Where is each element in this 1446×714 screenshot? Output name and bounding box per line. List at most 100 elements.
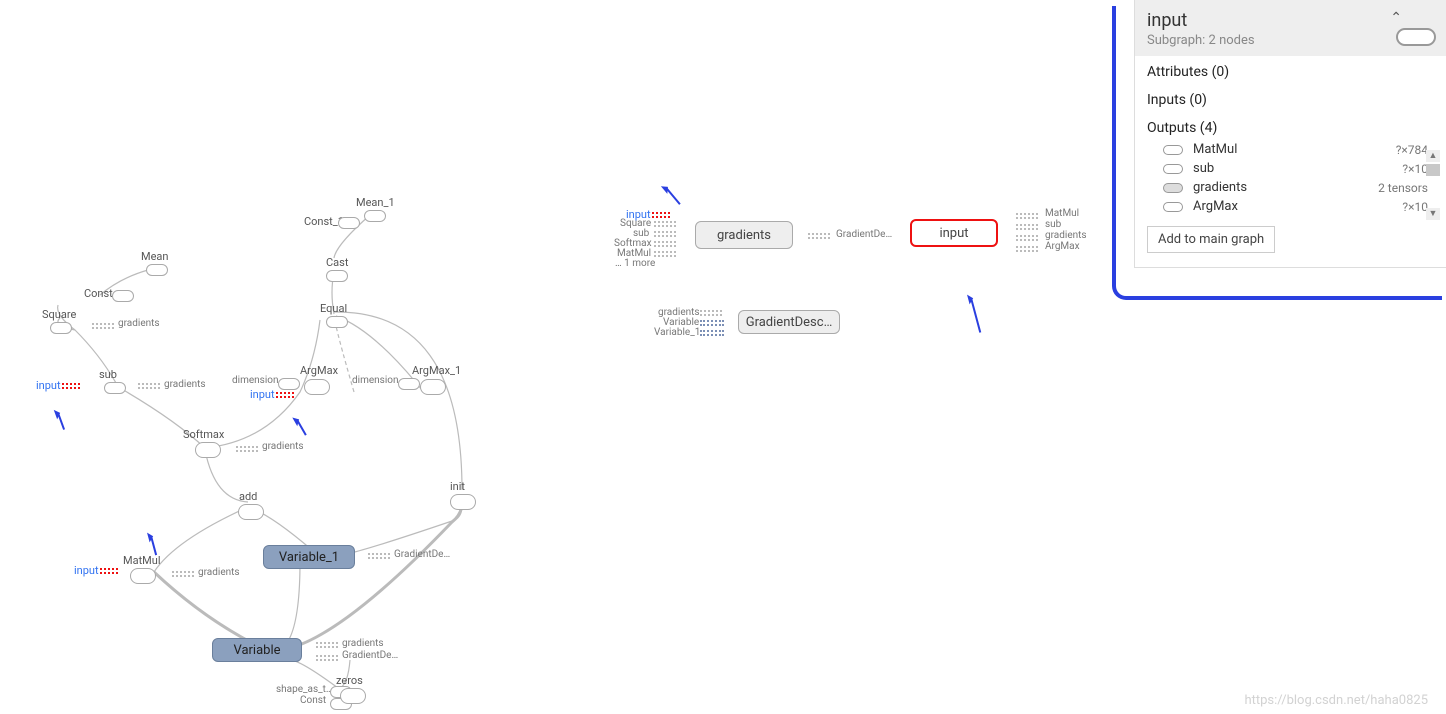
dim-node-2[interactable] (398, 378, 420, 390)
gradients-box[interactable]: gradients (695, 221, 793, 249)
output-row[interactable]: sub ?×10 (1135, 159, 1446, 178)
equal-node[interactable] (326, 316, 348, 328)
add-label: add (239, 490, 257, 503)
add-node[interactable] (238, 504, 264, 520)
const2-lbl: Const (300, 695, 326, 706)
outputs-header: Outputs (4) (1135, 112, 1446, 140)
node-icon (1163, 164, 1183, 174)
node-icon (1163, 183, 1183, 193)
zeros-node[interactable] (340, 688, 366, 704)
matmul-node[interactable] (130, 568, 156, 584)
softmax-grad-link[interactable] (236, 445, 258, 454)
equal-label: Equal (320, 302, 347, 315)
gd-in-2d[interactable] (700, 329, 724, 338)
annotation-arrow-4 (665, 187, 681, 205)
grad-in-4d[interactable] (654, 250, 676, 259)
info-panel: input Subgraph: 2 nodes ⌃ Attributes (0)… (1134, 0, 1446, 268)
dim-lbl-1: dimension (232, 375, 278, 386)
output-row[interactable]: gradients 2 tensors (1135, 178, 1446, 197)
zeros-label: zeros (336, 674, 363, 687)
argmax1-node[interactable] (420, 379, 446, 395)
inp-out-3d[interactable] (1016, 245, 1038, 254)
softmax-label: Softmax (183, 428, 224, 441)
inp-out-3: ArgMax (1045, 241, 1080, 252)
mean1-node[interactable] (364, 210, 386, 222)
grad-out-d[interactable] (808, 232, 830, 241)
dim-lbl-2: dimension (352, 375, 398, 386)
sub-label: sub (99, 368, 117, 381)
cast-label: Cast (326, 256, 348, 269)
watermark: https://blog.csdn.net/haha0825 (1244, 693, 1428, 708)
softmax-node[interactable] (195, 442, 221, 458)
square-grad-link[interactable] (92, 322, 114, 331)
matmul-grad-lbl: gradients (198, 567, 240, 578)
dim-node-1[interactable] (278, 378, 300, 390)
scroll-up-icon[interactable]: ▲ (1426, 150, 1440, 162)
sub-grad-link[interactable] (138, 382, 160, 391)
sub-grad-lbl: gradients (164, 379, 206, 390)
grad-in-2d[interactable] (654, 230, 676, 239)
var-gd-lbl: GradientDe… (342, 650, 398, 661)
inp-out-0: MatMul (1045, 208, 1079, 219)
softmax-grad-lbl: gradients (262, 441, 304, 452)
shapeast-lbl: shape_as_t… (276, 684, 333, 695)
input-dots-sub (62, 381, 80, 391)
input-ref-argmax[interactable]: input (250, 388, 275, 401)
cast-node[interactable] (326, 270, 348, 282)
panel-header: input Subgraph: 2 nodes ⌃ (1135, 0, 1446, 56)
inputs-header: Inputs (0) (1135, 84, 1446, 112)
input-selected-box[interactable]: input (910, 219, 998, 247)
gd-in-1d[interactable] (700, 319, 724, 328)
output-row[interactable]: MatMul ?×784 (1135, 140, 1446, 159)
inp-out-0d[interactable] (1016, 212, 1038, 221)
collapse-icon[interactable]: ⌃ (1390, 10, 1402, 26)
input-ref-matmul[interactable]: input (74, 564, 99, 577)
panel-subtitle: Subgraph: 2 nodes (1147, 33, 1434, 48)
grad-in-3d[interactable] (654, 240, 676, 249)
var1-grad-lbl: GradientDe… (394, 549, 450, 560)
variable1-box[interactable]: Variable_1 (263, 545, 355, 569)
variable-box[interactable]: Variable (212, 638, 302, 662)
grad-in-1d[interactable] (654, 220, 676, 229)
add-to-main-graph-button[interactable]: Add to main graph (1147, 226, 1275, 253)
inp-out-1d[interactable] (1016, 223, 1038, 232)
mean1-label: Mean_1 (356, 196, 395, 209)
gd-in-2: Variable_1 (654, 327, 700, 338)
const1-node[interactable] (338, 217, 360, 229)
node-icon (1163, 145, 1183, 155)
mean-label: Mean (141, 250, 169, 263)
inp-out-2: gradients (1045, 230, 1087, 241)
gd-in-0d[interactable] (700, 309, 722, 318)
matmul-grad-link[interactable] (172, 570, 194, 579)
annotation-arrow-5 (970, 297, 981, 332)
square-label: Square (42, 308, 76, 321)
inp-out-1: sub (1045, 219, 1061, 230)
output-row[interactable]: ArgMax ?×10 (1135, 197, 1446, 216)
var1-grad-link[interactable] (368, 552, 390, 561)
var-gd-link[interactable] (316, 654, 338, 663)
square-grad-lbl: gradients (118, 318, 160, 329)
annotation-arrow-3 (150, 535, 157, 555)
attributes-header: Attributes (0) (1135, 56, 1446, 84)
mean-node[interactable] (146, 264, 168, 276)
init-node[interactable] (450, 494, 476, 510)
scroll-down-icon[interactable]: ▼ (1426, 208, 1440, 220)
scroll-thumb[interactable] (1426, 164, 1440, 176)
grad-in-input-dots (652, 210, 670, 220)
var-grad-lbl: gradients (342, 638, 384, 649)
node-icon (1163, 202, 1183, 212)
square-node[interactable] (50, 322, 72, 334)
argmax1-label: ArgMax_1 (412, 364, 461, 377)
grad-out-lbl: GradientDe… (836, 229, 892, 240)
input-ref-sub[interactable]: input (36, 379, 61, 392)
trace-toggle[interactable] (1396, 28, 1436, 46)
annotation-arrow-2 (296, 419, 307, 436)
argmax-node[interactable] (304, 379, 330, 395)
annotation-arrow-1 (57, 412, 65, 430)
gradientdesc-box[interactable]: GradientDesc… (738, 310, 840, 334)
const-node[interactable] (112, 290, 134, 302)
sub-node[interactable] (104, 382, 126, 394)
var-grad-link[interactable] (316, 641, 338, 650)
inp-out-2d[interactable] (1016, 234, 1038, 243)
const-label: Const (84, 287, 113, 300)
